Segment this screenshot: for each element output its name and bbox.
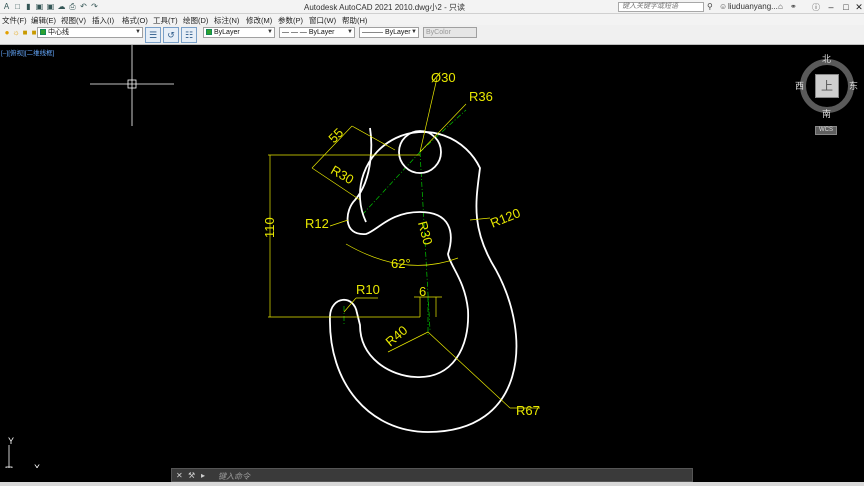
linetype-value: — — — ByLayer — [282, 29, 335, 36]
user-icon[interactable]: ☺ — [719, 2, 727, 11]
menu-bar: 文件(F) 编辑(E) 视图(V) 插入(I) 格式(O) 工具(T) 绘图(D… — [0, 14, 864, 25]
compass-north[interactable]: 北 — [822, 52, 831, 65]
command-input[interactable]: 键入命令 — [218, 471, 250, 482]
center-lines — [343, 109, 467, 335]
ucs-y-label: Y — [8, 436, 14, 446]
dim-55: 55 — [325, 125, 346, 146]
cart-icon[interactable]: ⌂ — [778, 2, 783, 11]
plotstyle-value: ByColor — [426, 29, 451, 36]
dim-6: 6 — [419, 284, 426, 299]
new-file-icon[interactable]: □ — [13, 2, 22, 11]
ucs-x-label: X — [34, 463, 40, 468]
save-icon[interactable]: ▣ — [35, 2, 44, 11]
layer-name: 中心线 — [48, 29, 69, 36]
dim-110: 110 — [262, 217, 277, 238]
color-value: ByLayer — [214, 29, 240, 36]
layer-states-icon[interactable]: ☷ — [181, 27, 197, 43]
layer-dropdown[interactable]: 中心线 ▼ — [37, 27, 143, 38]
compass-south[interactable]: 南 — [822, 107, 831, 120]
open-file-icon[interactable]: ▮ — [24, 2, 33, 11]
close-icon[interactable]: ✕ — [176, 471, 183, 480]
lineweight-dropdown[interactable]: ——— ByLayer ▼ — [359, 27, 419, 38]
dim-r67: R67 — [516, 403, 540, 418]
plotstyle-dropdown: ByColor — [423, 27, 477, 38]
dim-r30-inner: R30 — [415, 220, 436, 247]
cloud-icon[interactable]: ☁ — [57, 2, 66, 11]
quick-access-toolbar: A □ ▮ ▣ ▣ ☁ ⎙ ↶ ↷ — [2, 2, 99, 11]
compass-west[interactable]: 西 — [795, 79, 804, 92]
title-bar: A □ ▮ ▣ ▣ ☁ ⎙ ↶ ↷ Autodesk AutoCAD 2021 … — [0, 0, 864, 14]
wrench-icon[interactable]: ⚒ — [188, 471, 195, 480]
search-icon[interactable]: ⚲ — [707, 2, 713, 11]
dim-r12: R12 — [305, 216, 329, 231]
hook-outline — [329, 127, 518, 433]
chevron-down-icon: ▼ — [347, 29, 353, 35]
search-input[interactable]: 键入关键字或短语 — [618, 2, 704, 12]
chevron-down-icon: ▼ — [267, 29, 273, 35]
viewcube-top-face[interactable]: 上 — [815, 74, 839, 98]
command-line: ✕ ⚒ ▸ 键入命令 — [171, 468, 693, 482]
dimension-texts: Ø30 R36 55 R30 R12 R30 R120 110 62° R10 … — [262, 70, 540, 418]
dim-r30-upper: R30 — [328, 162, 356, 187]
make-current-layer-icon[interactable]: ☰ — [145, 27, 161, 43]
share-icon[interactable]: ⚭ — [790, 2, 797, 11]
ucs-icon — [5, 445, 13, 468]
redo-icon[interactable]: ↷ — [90, 2, 99, 11]
window-title: Autodesk AutoCAD 2021 2010.dwg小2 - 只读 — [304, 3, 465, 12]
close-button[interactable]: ✕ — [848, 0, 864, 14]
dim-dia30: Ø30 — [431, 70, 456, 85]
username-label[interactable]: liuduanyang... — [728, 2, 778, 11]
crosshair-cursor — [90, 45, 174, 126]
app-menu-icon[interactable]: A — [2, 2, 11, 11]
linetype-dropdown[interactable]: — — — ByLayer ▼ — [279, 27, 355, 38]
properties-toolbar: ● ☼ ■ ■ 中心线 ▼ ☰ ↺ ☷ ByLayer ▼ — — — ByLa… — [0, 25, 864, 45]
chevron-down-icon: ▼ — [411, 29, 417, 35]
dim-r10: R10 — [356, 282, 380, 297]
color-dropdown[interactable]: ByLayer ▼ — [203, 27, 275, 38]
dim-r120: R120 — [488, 205, 522, 231]
layer-color-swatch — [40, 29, 46, 35]
save-as-icon[interactable]: ▣ — [46, 2, 55, 11]
command-history-icon[interactable]: ▸ — [201, 471, 205, 480]
undo-icon[interactable]: ↶ — [79, 2, 88, 11]
dim-62deg: 62° — [391, 256, 411, 271]
lineweight-value: ——— ByLayer — [362, 29, 411, 36]
help-icon[interactable]: ⓘ — [812, 2, 820, 13]
status-bar — [0, 482, 864, 486]
dim-r40: R40 — [382, 322, 410, 349]
print-icon[interactable]: ⎙ — [68, 2, 77, 11]
color-swatch — [206, 29, 212, 35]
chevron-down-icon: ▼ — [135, 29, 141, 35]
dimension-lines — [268, 77, 540, 409]
drawing-canvas[interactable]: Ø30 R36 55 R30 R12 R30 R120 110 62° R10 … — [0, 45, 864, 468]
wcs-menu-button[interactable]: WCS — [815, 126, 837, 135]
layer-previous-icon[interactable]: ↺ — [163, 27, 179, 43]
compass-east[interactable]: 东 — [849, 79, 858, 92]
viewcube[interactable]: 上 北 南 东 西 — [795, 52, 858, 120]
dim-r36: R36 — [469, 89, 493, 104]
